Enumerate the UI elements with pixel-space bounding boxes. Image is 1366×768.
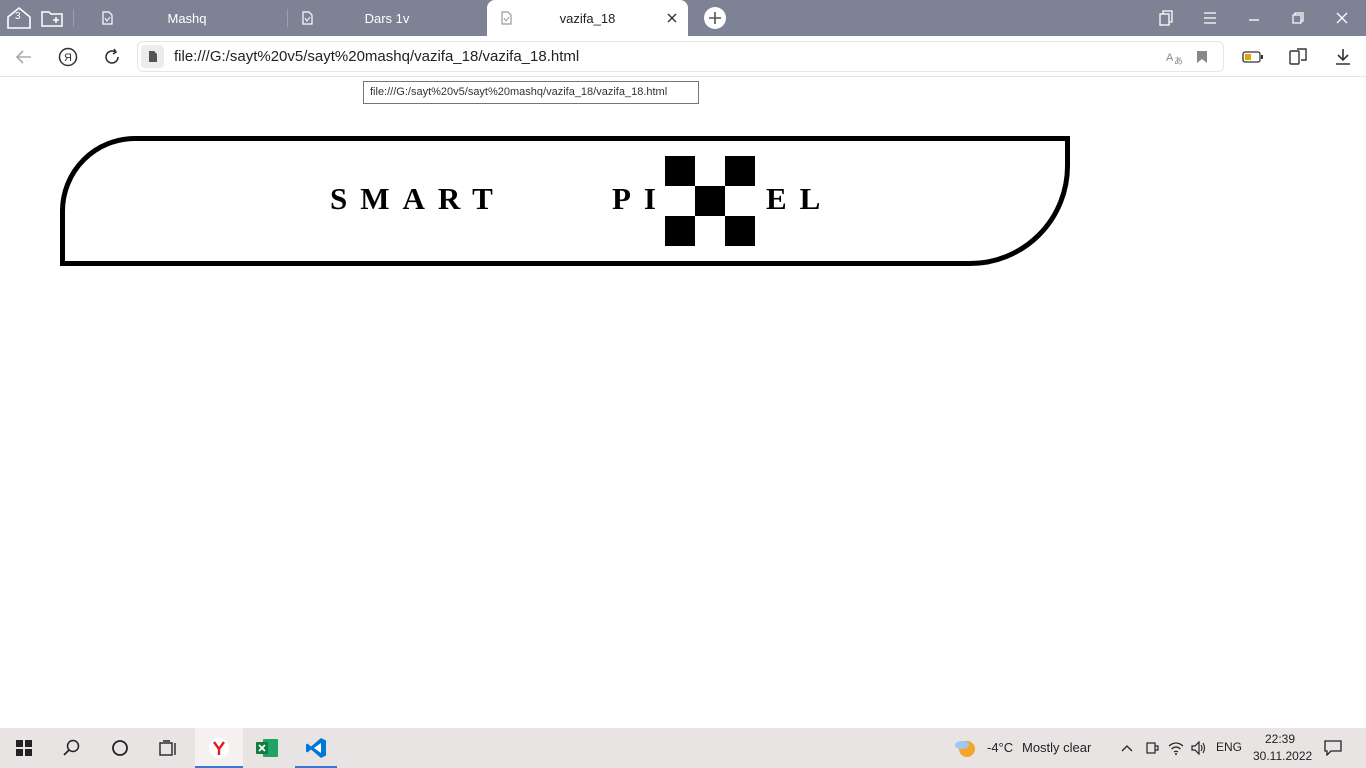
search-icon xyxy=(63,739,80,756)
plus-icon xyxy=(704,7,726,29)
hamburger-icon xyxy=(1204,12,1216,24)
weather-condition[interactable]: Mostly clear xyxy=(1022,740,1091,755)
bookmark-button[interactable] xyxy=(1192,47,1212,67)
taskbar-excel[interactable] xyxy=(243,728,291,768)
speaker-icon xyxy=(1191,741,1206,755)
restore-button[interactable] xyxy=(1276,0,1320,36)
taskbar-vscode[interactable] xyxy=(295,728,337,768)
clock-date[interactable]: 30.11.2022 xyxy=(1253,749,1312,763)
logo-frame xyxy=(60,136,1070,266)
search-button[interactable] xyxy=(48,728,96,768)
device-icon xyxy=(1146,742,1159,754)
battery-saver-button[interactable] xyxy=(1240,44,1266,70)
windows-icon xyxy=(16,740,32,756)
restore-icon xyxy=(1292,12,1304,24)
translate-icon: A あ xyxy=(1166,52,1183,65)
svg-text:A: A xyxy=(1166,52,1174,64)
tab-vazifa-18[interactable]: vazifa_18 xyxy=(487,0,688,36)
browser-tab-bar: 3 Mashq Dars 1v vazifa_18 xyxy=(0,0,1366,36)
collections-icon xyxy=(1159,10,1173,26)
arrow-left-icon xyxy=(15,50,31,64)
new-folder-button[interactable] xyxy=(39,5,65,31)
extensions-icon xyxy=(1289,48,1307,65)
close-icon[interactable] xyxy=(666,12,678,24)
new-tab-button[interactable] xyxy=(702,5,728,31)
tab-title: Dars 1v xyxy=(364,10,410,26)
tab-counter: 3 xyxy=(15,11,21,22)
pixel-square xyxy=(725,216,755,246)
yandex-icon: Я xyxy=(58,47,78,67)
logo-word-smart: SMART xyxy=(330,181,506,216)
cortana-button[interactable] xyxy=(96,728,144,768)
pixel-square xyxy=(725,156,755,186)
tab-counter-button[interactable]: 3 xyxy=(6,5,32,31)
reload-icon xyxy=(105,48,119,64)
logo-word-el: EL xyxy=(766,181,834,216)
yandex-button[interactable]: Я xyxy=(55,44,81,70)
minimize-icon xyxy=(1249,19,1259,21)
cortana-icon xyxy=(112,740,128,756)
collections-button[interactable] xyxy=(1144,0,1188,36)
address-bar[interactable]: file:///G:/sayt%20v5/sayt%20mashq/vazifa… xyxy=(137,41,1224,72)
downloads-button[interactable] xyxy=(1330,44,1356,70)
clock-time[interactable]: 22:39 xyxy=(1265,732,1295,746)
close-window-button[interactable] xyxy=(1320,0,1364,36)
wifi-icon xyxy=(1168,742,1184,755)
svg-text:Я: Я xyxy=(64,52,72,64)
browser-toolbar: Я file:///G:/sayt%20v5/sayt%20mashq/vazi… xyxy=(0,36,1366,77)
windows-taskbar: -4°C Mostly clear ENG 22:39 30.11.2022 xyxy=(0,728,1366,768)
weather-widget[interactable] xyxy=(950,728,982,768)
pixel-square xyxy=(665,216,695,246)
task-view-icon xyxy=(159,740,176,756)
volume-button[interactable] xyxy=(1188,728,1210,768)
back-button[interactable] xyxy=(11,44,37,70)
tray-device-button[interactable] xyxy=(1141,728,1163,768)
pixel-square xyxy=(695,186,725,216)
reload-button[interactable] xyxy=(99,44,125,70)
notification-icon xyxy=(1324,740,1342,756)
tab-title: Mashq xyxy=(167,10,207,26)
download-icon xyxy=(1336,49,1350,65)
vscode-icon xyxy=(306,738,326,758)
close-icon xyxy=(1336,12,1348,24)
excel-icon xyxy=(256,739,278,757)
pixel-square xyxy=(665,156,695,186)
show-hidden-icons-button[interactable] xyxy=(1116,728,1138,768)
battery-icon xyxy=(1242,51,1263,63)
address-url[interactable]: file:///G:/sayt%20v5/sayt%20mashq/vazifa… xyxy=(174,48,579,65)
file-icon xyxy=(148,51,157,62)
bookmark-icon xyxy=(1197,51,1207,63)
extensions-button[interactable] xyxy=(1285,44,1311,70)
logo-word-pi: PI xyxy=(612,181,669,216)
task-view-button[interactable] xyxy=(144,728,192,768)
folder-add-icon xyxy=(41,11,63,27)
minimize-button[interactable] xyxy=(1232,0,1276,36)
yandex-browser-icon xyxy=(209,738,229,758)
network-button[interactable] xyxy=(1165,728,1187,768)
start-button[interactable] xyxy=(0,728,48,768)
translate-button[interactable]: A あ xyxy=(1164,47,1184,67)
tab-dars-1v[interactable]: Dars 1v xyxy=(288,0,486,36)
tab-title: vazifa_18 xyxy=(559,10,616,26)
input-language[interactable]: ENG xyxy=(1216,740,1242,754)
page-content: SMART PI EL xyxy=(0,77,1366,728)
action-center-button[interactable] xyxy=(1318,728,1348,768)
tab-separator xyxy=(73,9,74,27)
svg-text:あ: あ xyxy=(1174,56,1183,65)
moon-cloud-icon xyxy=(955,741,975,757)
menu-button[interactable] xyxy=(1188,0,1232,36)
site-info-button[interactable] xyxy=(141,45,164,68)
taskbar-yandex-browser[interactable] xyxy=(195,728,243,768)
chevron-up-icon xyxy=(1121,745,1133,752)
url-tooltip: file:///G:/sayt%20v5/sayt%20mashq/vazifa… xyxy=(363,81,699,104)
weather-temperature[interactable]: -4°C xyxy=(987,740,1013,755)
tab-mashq[interactable]: Mashq xyxy=(88,0,286,36)
